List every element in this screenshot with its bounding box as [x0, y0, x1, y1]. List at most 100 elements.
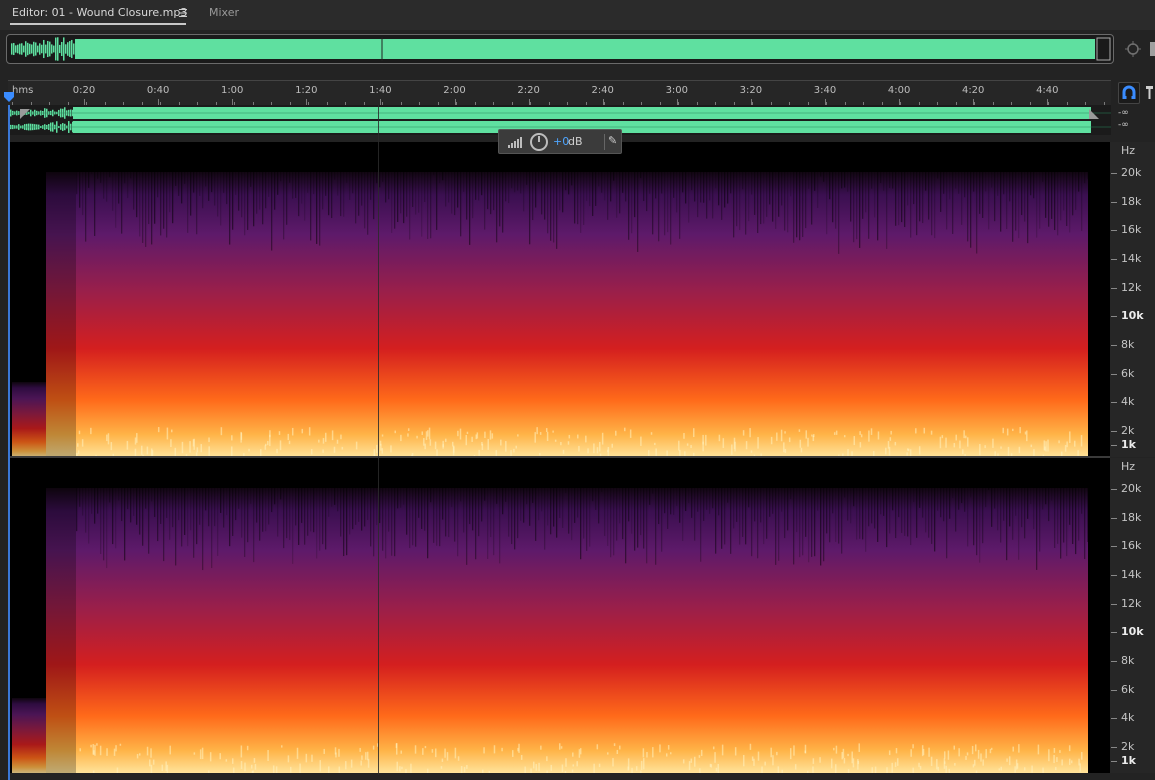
gain-hud[interactable]: +0 dB ✎	[498, 129, 622, 154]
spectral-hotspot	[99, 745, 102, 756]
hz-tick	[1111, 431, 1117, 432]
waveform-sample	[37, 45, 39, 53]
spectral-streak	[715, 142, 717, 189]
spectral-streak	[271, 142, 273, 251]
spectral-hotspot	[517, 747, 519, 752]
frequency-axis-right[interactable]: Hz 20k 18k 16k 14k 12k 10k 8k 6k 4k 2k 1k	[1110, 458, 1155, 773]
panel-edge-handle[interactable]	[1150, 42, 1155, 56]
spectral-streak	[1000, 142, 1002, 232]
spectral-streak	[568, 458, 570, 534]
spectral-streak	[790, 458, 792, 500]
spectral-hotspot	[1059, 750, 1061, 753]
zoom-navigator[interactable]	[6, 34, 1114, 64]
playhead-marker-icon[interactable]	[3, 91, 15, 103]
spectral-streak	[328, 142, 330, 216]
spectral-streak	[82, 458, 84, 516]
spectral-hotspot	[110, 442, 113, 451]
spectral-streak	[853, 142, 855, 243]
spectral-hotspot	[1073, 440, 1076, 447]
spectral-streak	[658, 458, 660, 525]
spectral-streak	[835, 142, 837, 229]
spectral-streak	[415, 142, 417, 215]
tab-editor[interactable]: Editor: 01 - Wound Closure.mp3	[12, 6, 187, 19]
spectral-streak	[259, 142, 261, 210]
snap-magnet-icon[interactable]	[1118, 82, 1140, 104]
spectral-hotspot	[515, 445, 518, 449]
spectral-hotspot	[81, 439, 84, 447]
hz-tick	[1111, 718, 1117, 719]
frequency-axis-left[interactable]: Hz 20k 18k 16k 14k 12k 10k 8k 6k 4k 2k 1k	[1110, 142, 1155, 457]
spectral-hotspot	[93, 750, 95, 755]
spectral-streak	[319, 458, 321, 551]
spectral-streak	[1069, 142, 1071, 233]
spectral-hotspot	[546, 756, 548, 762]
spectral-streak	[1027, 458, 1029, 519]
spectral-hotspot	[749, 743, 752, 750]
spectral-hotspot	[331, 430, 334, 441]
spectral-streak	[955, 458, 957, 532]
gain-knob[interactable]	[530, 133, 548, 151]
spectral-streak	[394, 458, 396, 557]
spectral-hotspot	[1055, 767, 1057, 771]
spectral-streak	[1018, 458, 1020, 560]
hz-label: 12k	[1121, 281, 1142, 294]
hz-tick	[1111, 747, 1117, 748]
gain-value[interactable]: +0	[553, 135, 569, 148]
spectral-display-right[interactable]	[10, 458, 1110, 773]
zoom-target-icon[interactable]	[1124, 40, 1142, 58]
spectral-hotspot	[859, 442, 862, 448]
spectral-streak	[874, 458, 876, 529]
fade-out-handle[interactable]	[1089, 109, 1099, 119]
spectral-hotspot	[310, 449, 313, 455]
spectral-streak	[211, 458, 213, 569]
spectral-streak	[439, 142, 441, 184]
tab-mixer[interactable]: Mixer	[209, 6, 239, 19]
spectral-streak	[214, 458, 216, 527]
spectral-display-left[interactable]	[10, 142, 1110, 457]
spectral-hotspot	[572, 764, 575, 767]
spectral-hotspot	[560, 441, 562, 446]
spectral-streak	[358, 458, 360, 522]
spectral-hotspot	[372, 745, 375, 750]
spectral-hotspot	[231, 435, 233, 441]
spectral-hotspot	[800, 447, 803, 453]
spectral-streak	[379, 458, 381, 524]
spectral-hotspot	[359, 747, 361, 752]
hud-pin-icon[interactable]: ✎	[604, 134, 618, 150]
spectral-streak	[883, 458, 885, 516]
spectral-streak	[262, 458, 264, 532]
spectral-hotspot	[615, 430, 617, 436]
spectral-streak	[1084, 458, 1086, 560]
pin-icon[interactable]	[1143, 82, 1155, 104]
spectrogram-tail	[1088, 142, 1110, 457]
time-ruler[interactable]: hms 0:20 0:40 1:00 1:20 1:40 2:00 2:20 2:40 3:00…	[8, 80, 1111, 105]
spectral-streak	[1057, 142, 1059, 236]
spectral-hotspot	[1012, 746, 1014, 752]
spectral-streak	[223, 142, 225, 193]
spectral-hotspot	[962, 449, 964, 455]
spectral-streak	[679, 142, 681, 239]
spectral-hotspot	[338, 766, 341, 773]
spectral-streak	[703, 458, 705, 521]
spectral-streak	[427, 142, 429, 240]
spectral-hotspot	[852, 758, 855, 768]
spectral-hotspot	[457, 756, 460, 761]
panel-menu-icon[interactable]: ☰	[178, 7, 188, 20]
hz-tick	[1111, 546, 1117, 547]
spectral-streak	[838, 458, 840, 544]
ruler-label: 3:00	[665, 85, 689, 96]
hz-tick	[1111, 259, 1117, 260]
spectral-hotspot	[710, 764, 713, 768]
spectral-streak	[217, 142, 219, 217]
spectral-streak	[118, 458, 120, 501]
spectral-streak	[292, 458, 294, 564]
spectral-streak	[190, 458, 192, 531]
spectral-streak	[157, 142, 159, 198]
zoom-handle-right[interactable]	[1096, 37, 1111, 61]
spectral-streak	[829, 458, 831, 543]
spectral-hotspot	[208, 437, 210, 443]
spectral-hotspot	[442, 440, 444, 449]
spectral-streak	[970, 458, 972, 498]
spectral-hotspot	[761, 766, 763, 773]
spectral-streak	[1051, 142, 1053, 219]
